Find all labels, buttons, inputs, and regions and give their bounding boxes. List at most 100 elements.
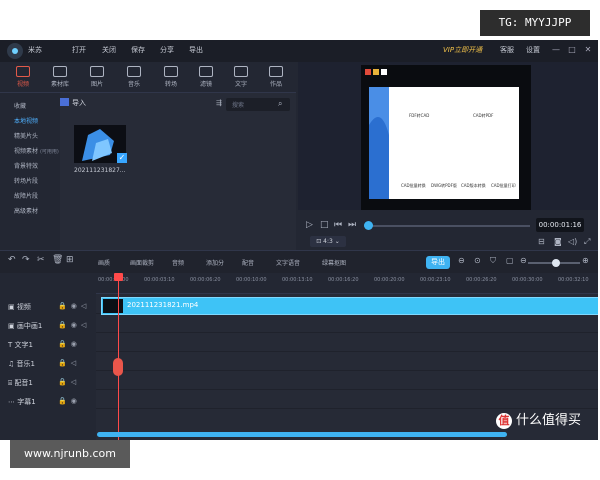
- undo-icon[interactable]: ↶: [8, 255, 16, 265]
- menu-support[interactable]: 客服: [500, 45, 514, 55]
- lane-video[interactable]: 202111231821.mp4: [96, 294, 598, 315]
- tool-quality[interactable]: 画质: [98, 258, 110, 267]
- clip-name: 202111231821.mp4: [127, 301, 199, 309]
- track-controls[interactable]: 🔒◉◁: [58, 302, 90, 310]
- checkbox-checked-icon[interactable]: ✓: [117, 153, 127, 163]
- track-controls[interactable]: 🔒◉: [58, 340, 81, 348]
- ruler-tick: 00:00:13:10: [282, 277, 313, 283]
- track-controls[interactable]: 🔒◁: [58, 359, 80, 367]
- track-controls[interactable]: 🔒◁: [58, 378, 80, 386]
- category-transition[interactable]: 转场: [156, 66, 186, 88]
- lane-pip[interactable]: [96, 313, 598, 333]
- tool-add[interactable]: 添加分: [206, 258, 224, 267]
- category-video[interactable]: 视频: [8, 66, 38, 88]
- category-label: 作品: [269, 81, 282, 88]
- sidebar-item-glitch[interactable]: 故障片段: [14, 191, 38, 200]
- category-works[interactable]: 作品: [261, 66, 291, 88]
- zoom-out-icon[interactable]: ⊖: [520, 256, 527, 265]
- category-filter[interactable]: 滤镜: [191, 66, 221, 88]
- menu-open[interactable]: 打开: [72, 45, 86, 55]
- import-button[interactable]: 导入: [72, 98, 86, 108]
- track-music[interactable]: ♫ 音乐1 🔒◁: [0, 354, 96, 373]
- sidebar-item-advanced[interactable]: 高级素材: [14, 206, 38, 215]
- ruler-tick: 00:00:32:10: [558, 277, 589, 283]
- vip-link[interactable]: VIP立即开通: [443, 45, 482, 55]
- fullscreen-icon[interactable]: ⤢: [584, 237, 590, 247]
- zoom-slider-knob[interactable]: [552, 259, 560, 267]
- aspect-ratio-select[interactable]: ⊡ 4:3 ⌄: [310, 236, 346, 247]
- playhead-line[interactable]: [118, 273, 119, 440]
- audio-marker[interactable]: [113, 358, 123, 376]
- menu-settings[interactable]: 设置: [526, 45, 540, 55]
- cut-icon[interactable]: ✂: [37, 255, 45, 265]
- sidebar-item-transition[interactable]: 转场片段: [14, 176, 38, 185]
- screen-label: DWG转PDF版: [431, 183, 457, 188]
- edit-toolbar: ↶ ↷ ✂ 🗑 ⊞ 画质 画面裁剪 音频 添加分 配音 文字语音 绿幕抠图 导出…: [0, 250, 598, 273]
- menu-export[interactable]: 导出: [189, 45, 203, 55]
- screen-label: CAD版本转换: [461, 183, 486, 188]
- lane-text[interactable]: [96, 332, 598, 352]
- play-icon[interactable]: ▷: [306, 220, 313, 230]
- sidebar-item-intro[interactable]: 精美片头: [14, 131, 38, 140]
- tool-dub[interactable]: 配音: [242, 258, 254, 267]
- lane-music[interactable]: [96, 351, 598, 371]
- progress-knob[interactable]: [364, 221, 373, 230]
- track-dub[interactable]: ⌸ 配音1 🔒◁: [0, 373, 96, 392]
- zoom-in-icon[interactable]: ⊕: [582, 256, 589, 265]
- category-music[interactable]: 音乐: [119, 66, 149, 88]
- export-button[interactable]: 导出: [426, 256, 450, 269]
- redo-icon[interactable]: ↷: [22, 255, 30, 265]
- category-text[interactable]: 文字: [226, 66, 256, 88]
- sidebar-item-local-video[interactable]: 本地视频: [14, 116, 38, 125]
- stop-icon[interactable]: □: [320, 220, 329, 230]
- search-input[interactable]: 搜索 ⌕: [226, 98, 290, 111]
- timeline-ruler[interactable]: 00:00:00:00 00:00:03:10 00:00:06:20 00:0…: [96, 273, 598, 294]
- delete-icon[interactable]: 🗑: [52, 255, 63, 265]
- tool-greenscreen[interactable]: 绿幕抠图: [322, 258, 346, 267]
- ruler-tick: 00:00:10:00: [236, 277, 267, 283]
- maximize-button[interactable]: □: [567, 45, 577, 55]
- category-material[interactable]: 素材库: [45, 66, 75, 88]
- marker-icon[interactable]: ⊙: [474, 256, 481, 265]
- lane-subtitle[interactable]: [96, 389, 598, 409]
- tool-tts[interactable]: 文字语音: [276, 258, 300, 267]
- track-controls[interactable]: 🔒◉◁: [58, 321, 90, 329]
- fit-icon[interactable]: ▢: [506, 256, 514, 265]
- lane-dub[interactable]: [96, 370, 598, 390]
- screenshot-icon[interactable]: ⊟: [538, 237, 545, 246]
- preview-screen: FDF转CAD CAD转PDF CAD批量转换 DWG转PDF版 CAD版本转换…: [361, 65, 531, 215]
- camera-icon[interactable]: ◙: [554, 237, 562, 246]
- category-image[interactable]: 图片: [82, 66, 112, 88]
- magnet-icon[interactable]: ⊖: [458, 256, 465, 265]
- close-window-button[interactable]: ✕: [583, 45, 593, 55]
- split-icon[interactable]: ⊞: [66, 255, 74, 265]
- sidebar-item-favorites[interactable]: 收藏: [14, 101, 26, 110]
- preview-image: [361, 65, 531, 215]
- track-subtitle[interactable]: ⋯ 字幕1 🔒◉: [0, 392, 96, 411]
- sort-icon[interactable]: ⇶: [216, 99, 222, 107]
- track-text[interactable]: T 文字1 🔒◉: [0, 335, 96, 354]
- shield-icon[interactable]: ⛉: [490, 256, 496, 266]
- track-video[interactable]: ▣ 视频 🔒◉◁: [0, 297, 96, 316]
- track-name: 字幕1: [17, 398, 36, 406]
- screen-label: CAD批量转换: [401, 183, 426, 188]
- next-frame-icon[interactable]: ⏭: [348, 220, 356, 230]
- prev-frame-icon[interactable]: ⏮: [334, 220, 342, 230]
- track-pip[interactable]: ▣ 画中画1 🔒◉◁: [0, 316, 96, 335]
- smzdm-logo-icon: 值: [496, 413, 512, 429]
- track-label: ▣ 视频: [8, 303, 31, 311]
- material-icon: [53, 66, 67, 77]
- timeline-scrollbar[interactable]: [97, 432, 507, 437]
- menu-close[interactable]: 关闭: [102, 45, 116, 55]
- sidebar-item-background[interactable]: 背景特效: [14, 161, 38, 170]
- menu-save[interactable]: 保存: [131, 45, 145, 55]
- sidebar-item-video-material[interactable]: 视频素材 (可用用): [14, 146, 59, 155]
- menu-share[interactable]: 分享: [160, 45, 174, 55]
- track-controls[interactable]: 🔒◉: [58, 397, 81, 405]
- tool-audio[interactable]: 音频: [172, 258, 184, 267]
- volume-icon[interactable]: ◁): [568, 237, 577, 246]
- track-label: T 文字1: [8, 341, 33, 349]
- minimize-button[interactable]: —: [551, 45, 561, 55]
- progress-track[interactable]: [364, 225, 530, 227]
- tool-crop[interactable]: 画面裁剪: [130, 258, 154, 267]
